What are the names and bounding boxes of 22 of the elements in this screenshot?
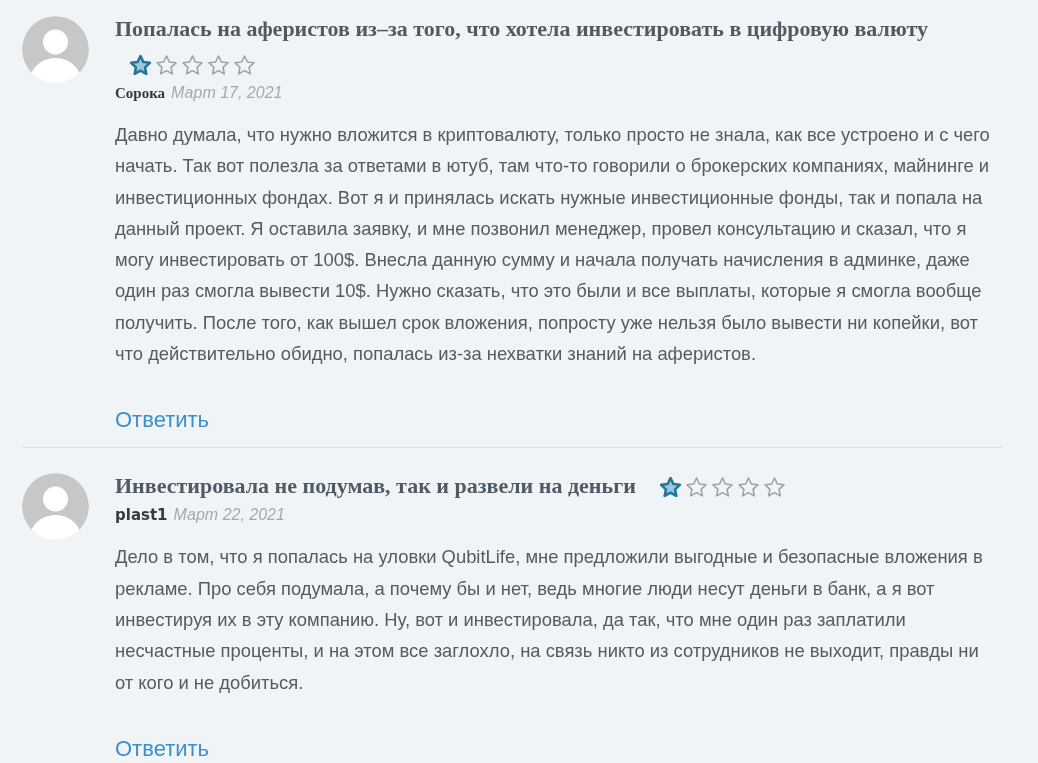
review-date: Март 22, 2021: [173, 506, 285, 525]
star-icon: [182, 55, 203, 75]
review-date: Март 17, 2021: [171, 84, 283, 102]
star-icon: [156, 55, 177, 75]
star-icon: [234, 55, 255, 75]
avatar-icon: [22, 473, 89, 541]
star-icon: [659, 476, 681, 497]
author-name: plast1: [115, 506, 168, 525]
review-text: Давно думала, что нужно вложится в криптовалюту, только просто не знала, как все устроено и с чего начать. Так вот полезла за ответами в ютуб, там что-то говорили о брокерских компаниях, майнинге и инвестиционных фондах. Вот я и принялась искать нужные инвестиционные фонды, так и попала на данный проект. Я оставила заявку, и мне позвонил менеджер, провел консультацию и сказал, что я могу инвестировать от 100$. Внесла данную сумму и начала получать начисления в админке, даже один раз смогла вывести 10$. Нужно сказать, что это были и все выплаты, которые я смогла вообще получить. После того, как вышел срок вложения, попросту уже нельзя было вывести ни копейки, вот что действительно обидно, попалась из-за нехватки знаний на аферистов.: [115, 123, 991, 367]
author-name: Сорока: [115, 85, 166, 102]
review-text: Дело в том, что я попалась на уловки QubitLife, мне предложили выгодные и безопасные вложения в рекламе. Про себя подумала, а почему бы и нет, ведь многие люди несут деньги в банк, а я вот инвестируя их в эту компанию. Ну, вот и инвестировала, да так, что мне один раз заплатили несчастные проценты, и на этом все заглохло, на связь никто из сотрудников не выходит, правды ни от кого и не добиться.: [115, 545, 984, 695]
star-icon: [737, 476, 759, 497]
reply-link[interactable]: Ответить: [115, 735, 210, 762]
review-title: Попалась на аферистов из‒за того, что хотела инвестировать в цифровую валюту: [115, 16, 928, 42]
review-title: Инвестировала не подумав, так и развели на деньги: [115, 473, 636, 500]
star-icon: [685, 476, 707, 497]
star-icon: [208, 55, 229, 75]
star-icon: [763, 476, 785, 497]
reply-link[interactable]: Ответить: [115, 407, 210, 434]
star-icon: [711, 476, 733, 497]
star-icon: [130, 55, 151, 75]
avatar-icon: [22, 16, 89, 83]
